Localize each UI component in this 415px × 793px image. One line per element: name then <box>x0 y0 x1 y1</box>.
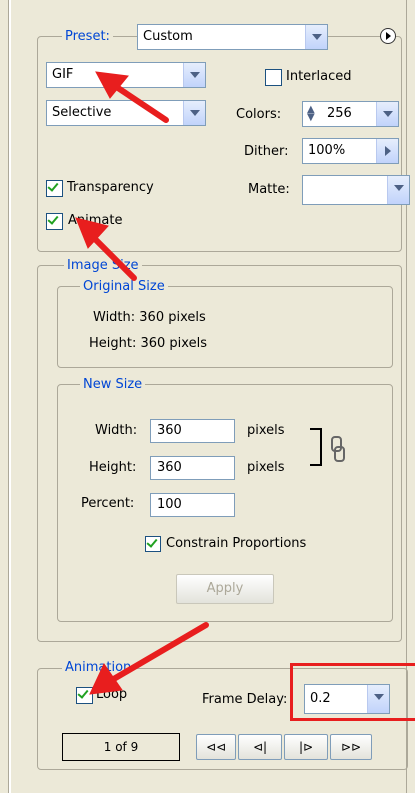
optimize-menu-button[interactable] <box>380 28 396 44</box>
animate-checkbox[interactable] <box>46 213 63 230</box>
preset-value: Custom <box>143 29 193 44</box>
animate-label: Animate <box>68 213 123 228</box>
next-frame-button[interactable]: |⊳ <box>284 734 328 760</box>
reduction-value: Selective <box>52 105 112 120</box>
previous-frame-icon: ⊲| <box>252 740 268 754</box>
interlaced-checkbox[interactable] <box>265 69 282 86</box>
frame-counter: 1 of 9 <box>62 733 180 761</box>
colors-value: 256 <box>327 106 352 121</box>
animation-title: Animation <box>62 660 135 675</box>
panel-left-edge <box>8 0 11 793</box>
next-frame-icon: |⊳ <box>298 740 314 754</box>
format-value: GIF <box>52 67 74 82</box>
width-unit: pixels <box>247 423 285 438</box>
chevron-down-icon <box>387 176 409 204</box>
original-height-text: Height: 360 pixels <box>89 336 207 351</box>
percent-input[interactable]: 100 <box>150 493 235 517</box>
link-icon-part <box>334 446 345 462</box>
percent-label: Percent: <box>81 496 135 511</box>
percent-value: 100 <box>157 497 182 512</box>
colors-label: Colors: <box>236 107 282 122</box>
interlaced-label: Interlaced <box>286 69 352 84</box>
dither-label: Dither: <box>244 144 289 159</box>
chevron-down-icon <box>183 101 205 125</box>
matte-dropdown[interactable] <box>302 175 410 205</box>
preset-label: Preset: <box>62 29 113 44</box>
height-input[interactable]: 360 <box>150 456 235 480</box>
chevron-down-icon <box>305 25 327 49</box>
chevron-down-icon <box>376 102 398 126</box>
constrain-label: Constrain Proportions <box>166 536 307 551</box>
reduction-dropdown[interactable]: Selective <box>46 100 206 126</box>
original-width-text: Width: 360 pixels <box>93 310 206 325</box>
dither-value: 100% <box>308 143 346 158</box>
height-label: Height: <box>89 460 137 475</box>
chevron-right-icon <box>376 139 398 163</box>
frame-delay-label: Frame Delay: <box>202 692 288 707</box>
last-frame-button[interactable]: ⊳⊳ <box>330 734 372 760</box>
new-size-title: New Size <box>80 377 146 392</box>
dither-field[interactable]: 100% <box>302 138 399 164</box>
format-dropdown[interactable]: GIF <box>46 62 206 88</box>
last-frame-icon: ⊳⊳ <box>340 740 362 754</box>
width-value: 360 <box>157 423 182 438</box>
original-size-title: Original Size <box>80 279 168 294</box>
matte-label: Matte: <box>248 182 290 197</box>
original-size-group <box>57 286 393 368</box>
annotation-highlight-box <box>290 663 415 721</box>
apply-label: Apply <box>206 581 244 596</box>
constrain-checkbox[interactable] <box>145 536 161 552</box>
apply-button[interactable]: Apply <box>176 574 274 604</box>
preset-dropdown[interactable]: Custom <box>137 24 328 50</box>
image-size-title: Image Size <box>64 258 142 273</box>
colors-dropdown[interactable]: ▲ ▼ 256 <box>302 101 399 127</box>
transparency-label: Transparency <box>67 180 154 195</box>
first-frame-icon: ⊲⊲ <box>205 740 227 754</box>
chevron-down-icon <box>183 63 205 87</box>
loop-label: Loop <box>96 687 128 702</box>
transparency-checkbox[interactable] <box>46 180 63 197</box>
width-label: Width: <box>95 423 138 438</box>
play-icon <box>386 32 391 40</box>
height-value: 360 <box>157 460 182 475</box>
height-unit: pixels <box>247 460 285 475</box>
constrain-bracket <box>310 428 322 466</box>
first-frame-button[interactable]: ⊲⊲ <box>196 734 236 760</box>
stepper-icon: ▲ ▼ <box>307 104 315 123</box>
loop-checkbox[interactable] <box>76 687 93 704</box>
frame-counter-text: 1 of 9 <box>103 740 139 754</box>
width-input[interactable]: 360 <box>150 419 235 443</box>
previous-frame-button[interactable]: ⊲| <box>238 734 282 760</box>
